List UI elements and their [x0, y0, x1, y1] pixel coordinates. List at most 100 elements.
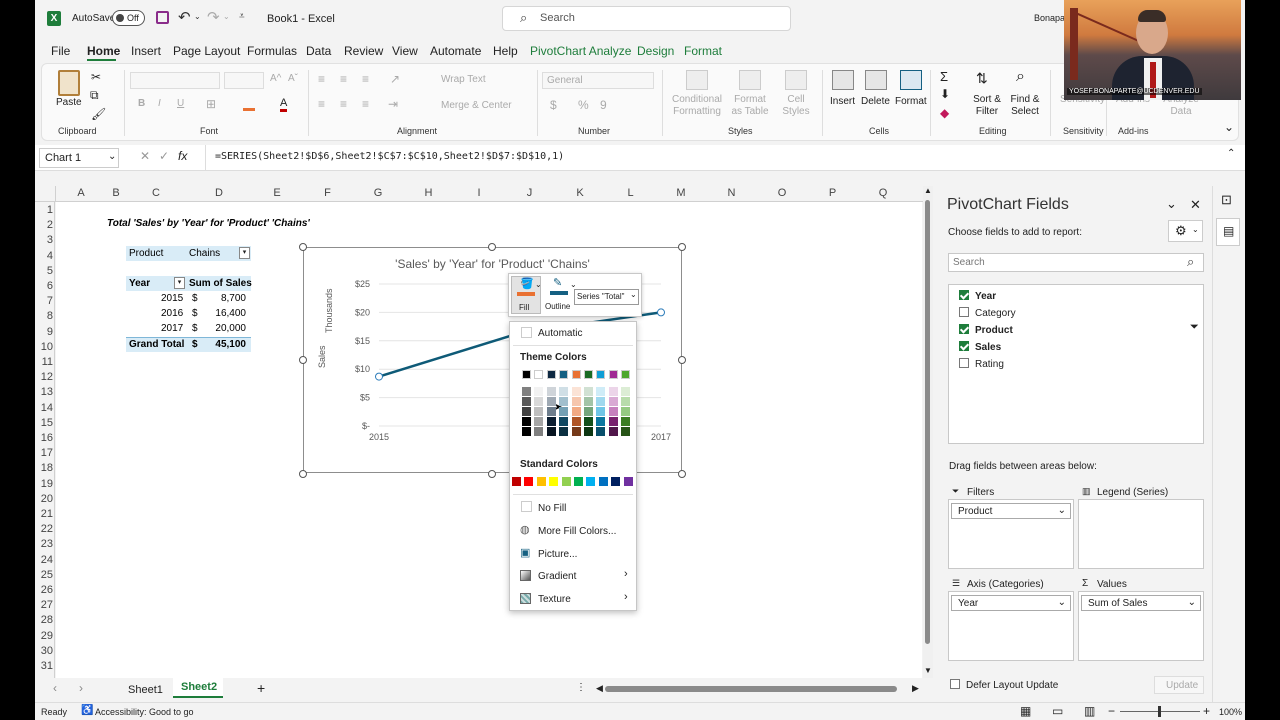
row-header[interactable]: 1	[35, 204, 53, 216]
pivot-year[interactable]: 2016	[161, 308, 183, 319]
field-search-box[interactable]: Search ⌕	[948, 253, 1204, 272]
search-box[interactable]: ⌕ Search	[502, 6, 791, 31]
align-left-icon[interactable]: ≡	[318, 97, 325, 111]
theme-shade-swatch[interactable]	[584, 397, 593, 406]
cell-styles-icon[interactable]	[785, 70, 807, 90]
chart-resize-handle[interactable]	[488, 470, 496, 478]
theme-shade-swatch[interactable]	[621, 427, 631, 436]
chart-resize-handle[interactable]	[299, 470, 307, 478]
row-header[interactable]: 12	[35, 371, 53, 383]
page-layout-view-icon[interactable]: ▭	[1052, 704, 1063, 718]
number-format-select[interactable]: General	[542, 72, 654, 89]
theme-shade-swatch[interactable]	[534, 417, 544, 426]
field-item-year[interactable]: Year	[959, 290, 996, 302]
pivot-grand-total-label[interactable]: Grand Total	[129, 339, 184, 350]
automatic-option[interactable]: Automatic	[538, 328, 582, 339]
theme-shade-swatch[interactable]	[534, 387, 544, 396]
checkbox-checked-icon[interactable]	[959, 324, 969, 334]
chart-resize-handle[interactable]	[488, 243, 496, 251]
borders-icon[interactable]: ⊞	[206, 97, 216, 111]
align-middle-icon[interactable]: ≡	[340, 72, 347, 86]
field-item-sales[interactable]: Sales	[959, 341, 1001, 353]
column-header[interactable]: K	[555, 187, 605, 199]
theme-shade-swatch[interactable]	[559, 397, 569, 406]
tab-data[interactable]: Data	[306, 44, 331, 58]
column-header[interactable]: H	[403, 187, 454, 199]
theme-shade-swatch[interactable]	[596, 407, 606, 416]
row-header[interactable]: 17	[35, 447, 53, 459]
column-header[interactable]: P	[807, 187, 858, 199]
checkbox-unchecked-icon[interactable]	[950, 679, 960, 689]
row-header[interactable]: 10	[35, 341, 53, 353]
theme-shade-swatch[interactable]	[621, 407, 631, 416]
theme-shade-swatch[interactable]	[571, 397, 581, 406]
scroll-thumb[interactable]	[925, 200, 930, 644]
data-point[interactable]	[375, 372, 383, 381]
filter-funnel-icon[interactable]: ⏷	[1190, 321, 1199, 334]
pivot-value[interactable]: 8,700	[221, 293, 246, 304]
tab-file[interactable]: File	[51, 44, 70, 58]
column-header[interactable]: N	[706, 187, 757, 199]
theme-shade-swatch[interactable]	[534, 407, 544, 416]
sheet-tab-sheet1[interactable]: Sheet1	[128, 684, 163, 696]
delete-cells-button[interactable]: Delete	[861, 96, 890, 107]
align-center-icon[interactable]: ≡	[340, 97, 347, 111]
checkbox-checked-icon[interactable]	[959, 341, 969, 351]
collapse-ribbon-icon[interactable]: ⌄	[1224, 120, 1234, 134]
row-header[interactable]: 8	[35, 310, 53, 322]
percent-icon[interactable]: %	[578, 98, 589, 112]
font-name-select[interactable]	[130, 72, 220, 89]
theme-shade-swatch[interactable]	[596, 397, 606, 406]
sheet-tab-sheet2-active[interactable]: Sheet2	[173, 678, 223, 698]
pivot-grand-total-value[interactable]: 45,100	[215, 339, 246, 350]
name-box[interactable]: Chart 1 ⌄	[39, 148, 119, 168]
paste-button[interactable]: Paste	[56, 97, 82, 108]
fill-dropdown-icon[interactable]: ⌄	[535, 280, 542, 289]
insert-cells-icon[interactable]	[832, 70, 854, 90]
standard-color-swatch[interactable]	[586, 477, 596, 486]
tab-review[interactable]: Review	[344, 44, 383, 58]
theme-color-swatch[interactable]	[596, 370, 606, 379]
close-pane-icon[interactable]: ✕	[1190, 197, 1201, 213]
theme-shade-swatch[interactable]	[559, 427, 569, 436]
theme-shade-swatch[interactable]	[546, 397, 556, 406]
row-header[interactable]: 3	[35, 234, 53, 246]
field-item-product[interactable]: Product	[959, 324, 1013, 336]
chart-elements-side-icon[interactable]: ⊡	[1221, 192, 1232, 208]
more-fill-colors-option[interactable]: More Fill Colors...	[538, 526, 616, 537]
theme-color-swatch[interactable]	[522, 370, 531, 379]
align-top-icon[interactable]: ≡	[318, 72, 325, 86]
comma-icon[interactable]: 9	[600, 98, 607, 112]
row-header[interactable]: 6	[35, 280, 53, 292]
zoom-slider-thumb[interactable]	[1158, 706, 1161, 717]
prev-sheet-icon[interactable]: ‹	[53, 681, 57, 695]
theme-shade-swatch[interactable]	[584, 417, 593, 426]
theme-color-swatch[interactable]	[571, 370, 581, 379]
column-header[interactable]: J	[504, 187, 555, 199]
row-header[interactable]: 31	[35, 660, 53, 672]
theme-color-swatch[interactable]	[608, 370, 618, 379]
fill-down-icon[interactable]: ⬇	[940, 87, 950, 101]
clear-icon[interactable]: ◆	[940, 106, 949, 120]
row-labels-filter-icon[interactable]: ▾	[174, 277, 185, 289]
accessibility-icon[interactable]: ♿	[81, 705, 93, 716]
tab-format[interactable]: Format	[684, 44, 722, 58]
pivot-year[interactable]: 2015	[161, 293, 183, 304]
format-cells-button[interactable]: Format	[895, 96, 927, 107]
user-name[interactable]: Bonapa	[1034, 13, 1065, 23]
theme-shade-swatch[interactable]	[534, 397, 544, 406]
row-header[interactable]: 2	[35, 219, 53, 231]
zoom-level[interactable]: 100%	[1219, 707, 1242, 717]
tab-home[interactable]: Home	[87, 44, 120, 58]
gradient-option[interactable]: Gradient	[538, 571, 576, 582]
theme-shade-swatch[interactable]	[571, 417, 581, 426]
undo-dropdown-icon[interactable]: ⌄	[194, 12, 201, 21]
autosum-icon[interactable]: Σ	[940, 69, 948, 84]
theme-shade-swatch[interactable]	[584, 407, 593, 416]
column-header[interactable]: G	[353, 187, 403, 199]
theme-shade-swatch[interactable]	[584, 387, 593, 396]
defer-layout-update-checkbox[interactable]: Defer Layout Update	[950, 679, 1058, 691]
legend-area[interactable]	[1078, 499, 1204, 569]
format-as-table-icon[interactable]	[739, 70, 761, 90]
insert-cells-button[interactable]: Insert	[830, 96, 855, 107]
